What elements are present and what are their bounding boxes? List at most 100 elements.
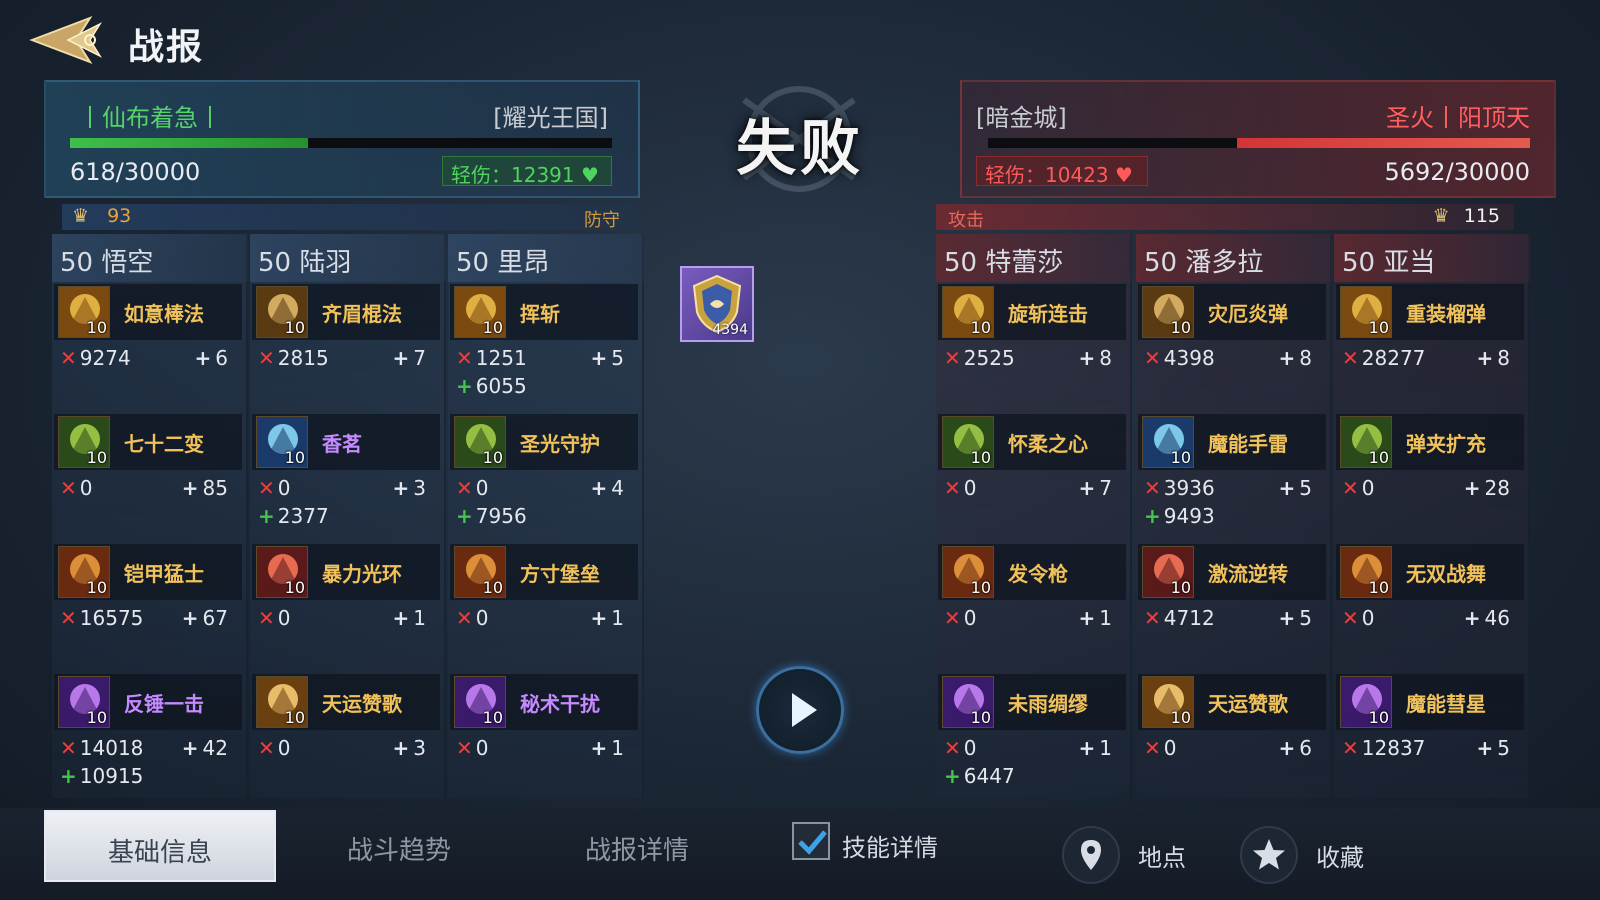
skill-entry[interactable]: 10 天运赞歌 ✕ 0 +6: [1138, 674, 1326, 790]
plus-icon: +: [1476, 736, 1494, 760]
battle-summary-banner: 丨仙布着急丨 [耀光王国] 618/30000 轻伤：12391 ♥ 失败 [暗…: [44, 80, 1556, 198]
skill-entry[interactable]: 10 重装榴弹 ✕ 28277 +8: [1336, 284, 1524, 400]
skill-entry[interactable]: 10 暴力光环 ✕ 0 +1: [252, 544, 440, 660]
replay-play-button[interactable]: [756, 666, 844, 754]
skill-damage: ✕ 2815: [258, 346, 329, 370]
crown-icon: ♛: [72, 205, 90, 227]
skill-header: 10 反锤一击: [54, 674, 242, 730]
skill-icon: 10: [1142, 416, 1194, 468]
skill-damage: ✕ 12837: [1342, 736, 1426, 760]
skill-name: 发令枪: [1008, 562, 1068, 586]
attacker-hp-text: 5692/30000: [1384, 158, 1530, 186]
skill-damage: ✕ 4398: [1144, 346, 1215, 370]
skill-level: 10: [970, 318, 991, 337]
skill-trigger-count: +3: [392, 736, 427, 760]
skill-entry[interactable]: 10 旋斩连击 ✕ 2525 +8: [938, 284, 1126, 400]
tab-battle-trend[interactable]: 战斗趋势: [282, 810, 516, 882]
skill-entry[interactable]: 10 方寸堡垒 ✕ 0 +1: [450, 544, 638, 660]
skill-trigger-count: +1: [392, 606, 427, 630]
skill-entry[interactable]: 10 魔能手雷 ✕ 3936 +5 +9493: [1138, 414, 1326, 530]
skill-entry[interactable]: 10 灾厄炎弹 ✕ 4398 +8: [1138, 284, 1326, 400]
attacker-hp-bar: [988, 138, 1530, 148]
skill-header: 10 无双战舞: [1336, 544, 1524, 600]
plus-icon: +: [392, 476, 410, 500]
location-pin-icon: [1081, 840, 1101, 870]
back-button[interactable]: [28, 10, 118, 70]
skill-level: 10: [1170, 318, 1191, 337]
skill-heal: +2377: [258, 504, 329, 528]
skill-entry[interactable]: 10 天运赞歌 ✕ 0 +3: [252, 674, 440, 790]
skill-level: 10: [970, 448, 991, 467]
plus-icon: +: [1278, 476, 1296, 500]
skill-details-checkbox[interactable]: [792, 822, 830, 860]
plus-icon: +: [590, 736, 608, 760]
skill-entry[interactable]: 10 发令枪 ✕ 0 +1: [938, 544, 1126, 660]
damage-x-icon: ✕: [456, 346, 473, 370]
plus-icon: +: [1278, 346, 1296, 370]
skill-icon: 10: [454, 546, 506, 598]
skill-level: 10: [284, 318, 305, 337]
tab-report-details[interactable]: 战报详情: [520, 810, 754, 882]
skill-header: 10 激流逆转: [1138, 544, 1326, 600]
skill-damage: ✕ 0: [1144, 736, 1177, 760]
skill-details-toggle[interactable]: 技能详情: [792, 818, 962, 866]
skill-level: 10: [482, 578, 503, 597]
defender-injury-text: 轻伤：12391: [451, 163, 575, 187]
skill-level: 10: [1170, 578, 1191, 597]
skill-icon: 10: [256, 416, 308, 468]
attacker-kingdom: [暗金城]: [976, 104, 1067, 132]
tab-basic-info[interactable]: 基础信息: [44, 810, 276, 882]
favorite-button[interactable]: [1240, 826, 1298, 884]
location-label[interactable]: 地点: [1138, 838, 1186, 873]
skill-entry[interactable]: 10 如意棒法 ✕ 9274 +6: [54, 284, 242, 400]
skill-entry[interactable]: 10 香茗 ✕ 0 +3 +2377: [252, 414, 440, 530]
skill-entry[interactable]: 10 秘术干扰 ✕ 0 +1: [450, 674, 638, 790]
damage-x-icon: ✕: [60, 346, 77, 370]
attacker-injury-text: 轻伤：10423: [985, 163, 1109, 187]
skill-entry[interactable]: 10 铠甲猛士 ✕ 16575 +67: [54, 544, 242, 660]
skill-damage: ✕ 0: [60, 476, 93, 500]
skill-level: 10: [284, 448, 305, 467]
skill-level: 10: [86, 578, 107, 597]
skill-entry[interactable]: 10 弹夹扩充 ✕ 0 +28: [1336, 414, 1524, 530]
damage-x-icon: ✕: [258, 736, 275, 760]
favorite-label[interactable]: 收藏: [1316, 838, 1364, 873]
skill-name: 齐眉棍法: [322, 302, 402, 326]
plus-icon: +: [181, 606, 199, 630]
skill-entry[interactable]: 10 反锤一击 ✕ 14018 +42 +10915: [54, 674, 242, 790]
damage-x-icon: ✕: [456, 606, 473, 630]
skill-icon: 10: [58, 546, 110, 598]
heal-plus-icon: +: [258, 504, 275, 528]
skill-entry[interactable]: 10 激流逆转 ✕ 4712 +5: [1138, 544, 1326, 660]
skill-damage: ✕ 28277: [1342, 346, 1426, 370]
skill-trigger-count: +1: [590, 736, 625, 760]
skill-trigger-count: +6: [1278, 736, 1313, 760]
skill-header: 10 如意棒法: [54, 284, 242, 340]
skill-entry[interactable]: 10 魔能彗星 ✕ 12837 +5: [1336, 674, 1524, 790]
location-button[interactable]: [1062, 826, 1120, 884]
skill-name: 七十二变: [124, 432, 204, 456]
skill-entry[interactable]: 10 七十二变 ✕ 0 +85: [54, 414, 242, 530]
hero-column: 50 亚当 10 重装榴弹 ✕ 28277 +8 10 弹夹扩充 ✕ 0 +28 10 无双战舞 ✕ 0 +4…: [1334, 234, 1530, 798]
heart-icon: ♥: [580, 163, 599, 187]
plus-icon: +: [1463, 606, 1481, 630]
skill-heal: +10915: [60, 764, 144, 788]
skill-icon: 10: [58, 676, 110, 728]
skill-entry[interactable]: 10 无双战舞 ✕ 0 +46: [1336, 544, 1524, 660]
skill-level: 10: [1170, 448, 1191, 467]
skill-trigger-count: +1: [1078, 736, 1113, 760]
skill-trigger-count: +5: [1476, 736, 1511, 760]
skill-entry[interactable]: 10 挥斩 ✕ 1251 +5 +6055: [450, 284, 638, 400]
skill-name: 天运赞歌: [1208, 692, 1288, 716]
skill-entry[interactable]: 10 未雨绸缪 ✕ 0 +1 +6447: [938, 674, 1126, 790]
skill-header: 10 旋斩连击: [938, 284, 1126, 340]
skill-icon: 10: [454, 676, 506, 728]
skill-name: 秘术干扰: [520, 692, 600, 716]
skill-entry[interactable]: 10 怀柔之心 ✕ 0 +7: [938, 414, 1126, 530]
skill-entry[interactable]: 10 圣光守护 ✕ 0 +4 +7956: [450, 414, 638, 530]
skill-icon: 10: [454, 286, 506, 338]
skill-entry[interactable]: 10 齐眉棍法 ✕ 2815 +7: [252, 284, 440, 400]
item-card[interactable]: 4394: [680, 266, 754, 342]
skill-trigger-count: +8: [1078, 346, 1113, 370]
defender-panel: 丨仙布着急丨 [耀光王国] 618/30000 轻伤：12391 ♥: [44, 80, 640, 198]
